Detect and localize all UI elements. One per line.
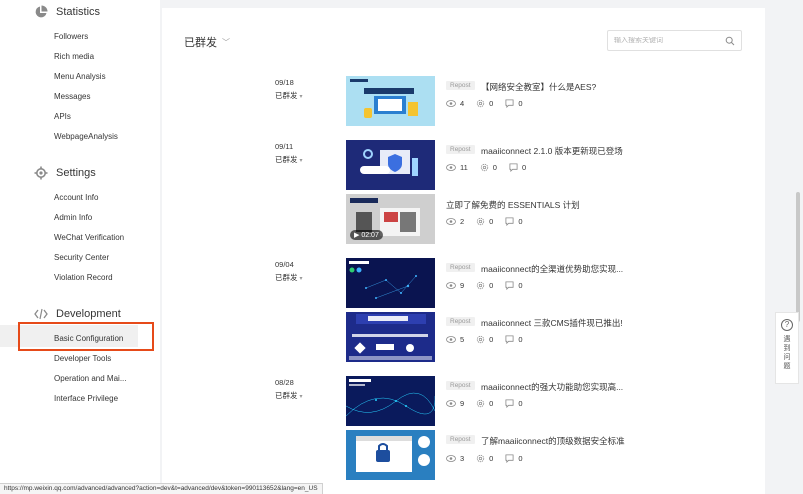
sidebar-item-operation-maintenance[interactable]: Operation and Mai... xyxy=(54,374,126,383)
sidebar-item-admin-info[interactable]: Admin Info xyxy=(54,213,92,222)
like-icon xyxy=(477,454,485,463)
comment-icon xyxy=(505,99,514,108)
main-panel: 已群发 ﹀ 09/18 已群发▾ Repost 【网络安全教室】什么是AES? … xyxy=(162,8,765,494)
article-date: 09/11 xyxy=(275,142,294,151)
article-title[interactable]: maaiiconnect 2.1.0 版本更新现已登场 xyxy=(481,145,623,157)
article-title[interactable]: 了解maaiiconnect的顶级数据安全标准 xyxy=(481,435,625,447)
page-title[interactable]: 已群发 ﹀ xyxy=(184,34,230,50)
status-dropdown[interactable]: 已群发 ▾ xyxy=(275,154,303,165)
scrollbar-thumb[interactable] xyxy=(796,192,800,322)
caret-down-icon: ▾ xyxy=(299,276,303,282)
article-title[interactable]: 立即了解免费的 ESSENTIALS 计划 xyxy=(446,199,580,211)
search-input[interactable] xyxy=(608,37,718,44)
article-stats: 11 0 0 xyxy=(446,163,538,172)
eye-icon xyxy=(446,100,456,107)
article-stats: 2 0 0 xyxy=(446,217,535,226)
status-bar-url: https://mp.weixin.qq.com/advanced/advanc… xyxy=(0,483,323,494)
help-label: 遇到问题 xyxy=(783,336,791,370)
comment-icon xyxy=(505,399,514,408)
sidebar-item-violation-record[interactable]: Violation Record xyxy=(54,273,113,282)
article-thumbnail[interactable] xyxy=(346,376,435,426)
article-thumbnail[interactable] xyxy=(346,258,435,308)
article-stats: 9 0 0 xyxy=(446,281,535,290)
status-dropdown[interactable]: 已群发 ▾ xyxy=(275,272,303,283)
sidebar-item-interface-privilege[interactable]: Interface Privilege xyxy=(54,394,118,403)
article-stats: 9 0 0 xyxy=(446,399,535,408)
article-thumbnail[interactable] xyxy=(346,430,435,480)
code-icon xyxy=(34,308,48,320)
sidebar-item-apis[interactable]: APIs xyxy=(54,112,71,121)
sidebar-item-menu-analysis[interactable]: Menu Analysis xyxy=(54,72,106,81)
search-box xyxy=(607,30,742,51)
eye-icon xyxy=(446,455,456,462)
eye-icon xyxy=(446,336,456,343)
repost-badge: Repost xyxy=(446,435,475,444)
eye-icon xyxy=(446,400,456,407)
eye-icon xyxy=(446,282,456,289)
comment-icon xyxy=(505,217,514,226)
sidebar-item-account-info[interactable]: Account Info xyxy=(54,193,98,202)
sidebar-item-rich-media[interactable]: Rich media xyxy=(54,52,94,61)
article-stats: 5 0 0 xyxy=(446,335,535,344)
sidebar-item-security-center[interactable]: Security Center xyxy=(54,253,109,262)
like-icon xyxy=(477,217,485,226)
gear-icon xyxy=(34,166,48,180)
article-stats: 4 0 0 xyxy=(446,99,535,108)
sidebar-item-developer-tools[interactable]: Developer Tools xyxy=(54,354,111,363)
like-icon xyxy=(477,99,485,108)
highlight-annotation-box xyxy=(18,322,154,351)
pie-chart-icon xyxy=(35,5,48,18)
caret-down-icon: ▾ xyxy=(299,94,303,100)
sidebar-group-development: Development xyxy=(34,307,121,321)
repost-badge: Repost xyxy=(446,381,475,390)
article-title[interactable]: 【网络安全教室】什么是AES? xyxy=(481,81,596,93)
sidebar: Statistics Followers Rich media Menu Ana… xyxy=(0,0,160,494)
eye-icon xyxy=(446,218,456,225)
repost-badge: Repost xyxy=(446,145,475,154)
article-thumbnail[interactable] xyxy=(346,76,435,126)
chevron-down-icon: ﹀ xyxy=(222,37,230,47)
repost-badge: Repost xyxy=(446,81,475,90)
comment-icon xyxy=(505,281,514,290)
sidebar-group-statistics: Statistics xyxy=(34,5,100,19)
video-duration: ▶ 02:07 xyxy=(350,230,383,240)
like-icon xyxy=(477,281,485,290)
comment-icon xyxy=(505,335,514,344)
comment-icon xyxy=(509,163,518,172)
sidebar-item-wechat-verification[interactable]: WeChat Verification xyxy=(54,233,124,242)
status-dropdown[interactable]: 已群发 ▾ xyxy=(275,390,303,401)
repost-badge: Repost xyxy=(446,317,475,326)
article-stats: 3 0 0 xyxy=(446,454,535,463)
comment-icon xyxy=(505,454,514,463)
help-widget[interactable]: ? 遇到问题 xyxy=(775,312,799,384)
article-title[interactable]: maaiiconnect的全渠道优势助您实现... xyxy=(481,263,623,275)
like-icon xyxy=(477,399,485,408)
caret-down-icon: ▾ xyxy=(299,394,303,400)
article-thumbnail[interactable] xyxy=(346,140,435,190)
article-title[interactable]: maaiiconnect的强大功能助您实现高... xyxy=(481,381,623,393)
article-date: 08/28 xyxy=(275,378,294,387)
question-icon: ? xyxy=(781,319,793,331)
eye-icon xyxy=(446,164,456,171)
sidebar-group-settings: Settings xyxy=(34,166,96,180)
sidebar-item-webpage-analysis[interactable]: WebpageAnalysis xyxy=(54,132,118,141)
like-icon xyxy=(477,335,485,344)
sidebar-item-followers[interactable]: Followers xyxy=(54,32,88,41)
article-date: 09/04 xyxy=(275,260,294,269)
status-dropdown[interactable]: 已群发 ▾ xyxy=(275,90,303,101)
like-icon xyxy=(480,163,488,172)
article-thumbnail[interactable] xyxy=(346,312,435,362)
article-thumbnail[interactable]: ▶ 02:07 xyxy=(346,194,435,244)
search-icon[interactable] xyxy=(725,36,735,46)
caret-down-icon: ▾ xyxy=(299,158,303,164)
article-date: 09/18 xyxy=(275,78,294,87)
sidebar-item-messages[interactable]: Messages xyxy=(54,92,90,101)
repost-badge: Repost xyxy=(446,263,475,272)
article-title[interactable]: maaiiconnect 三款CMS插件现已推出! xyxy=(481,317,623,329)
